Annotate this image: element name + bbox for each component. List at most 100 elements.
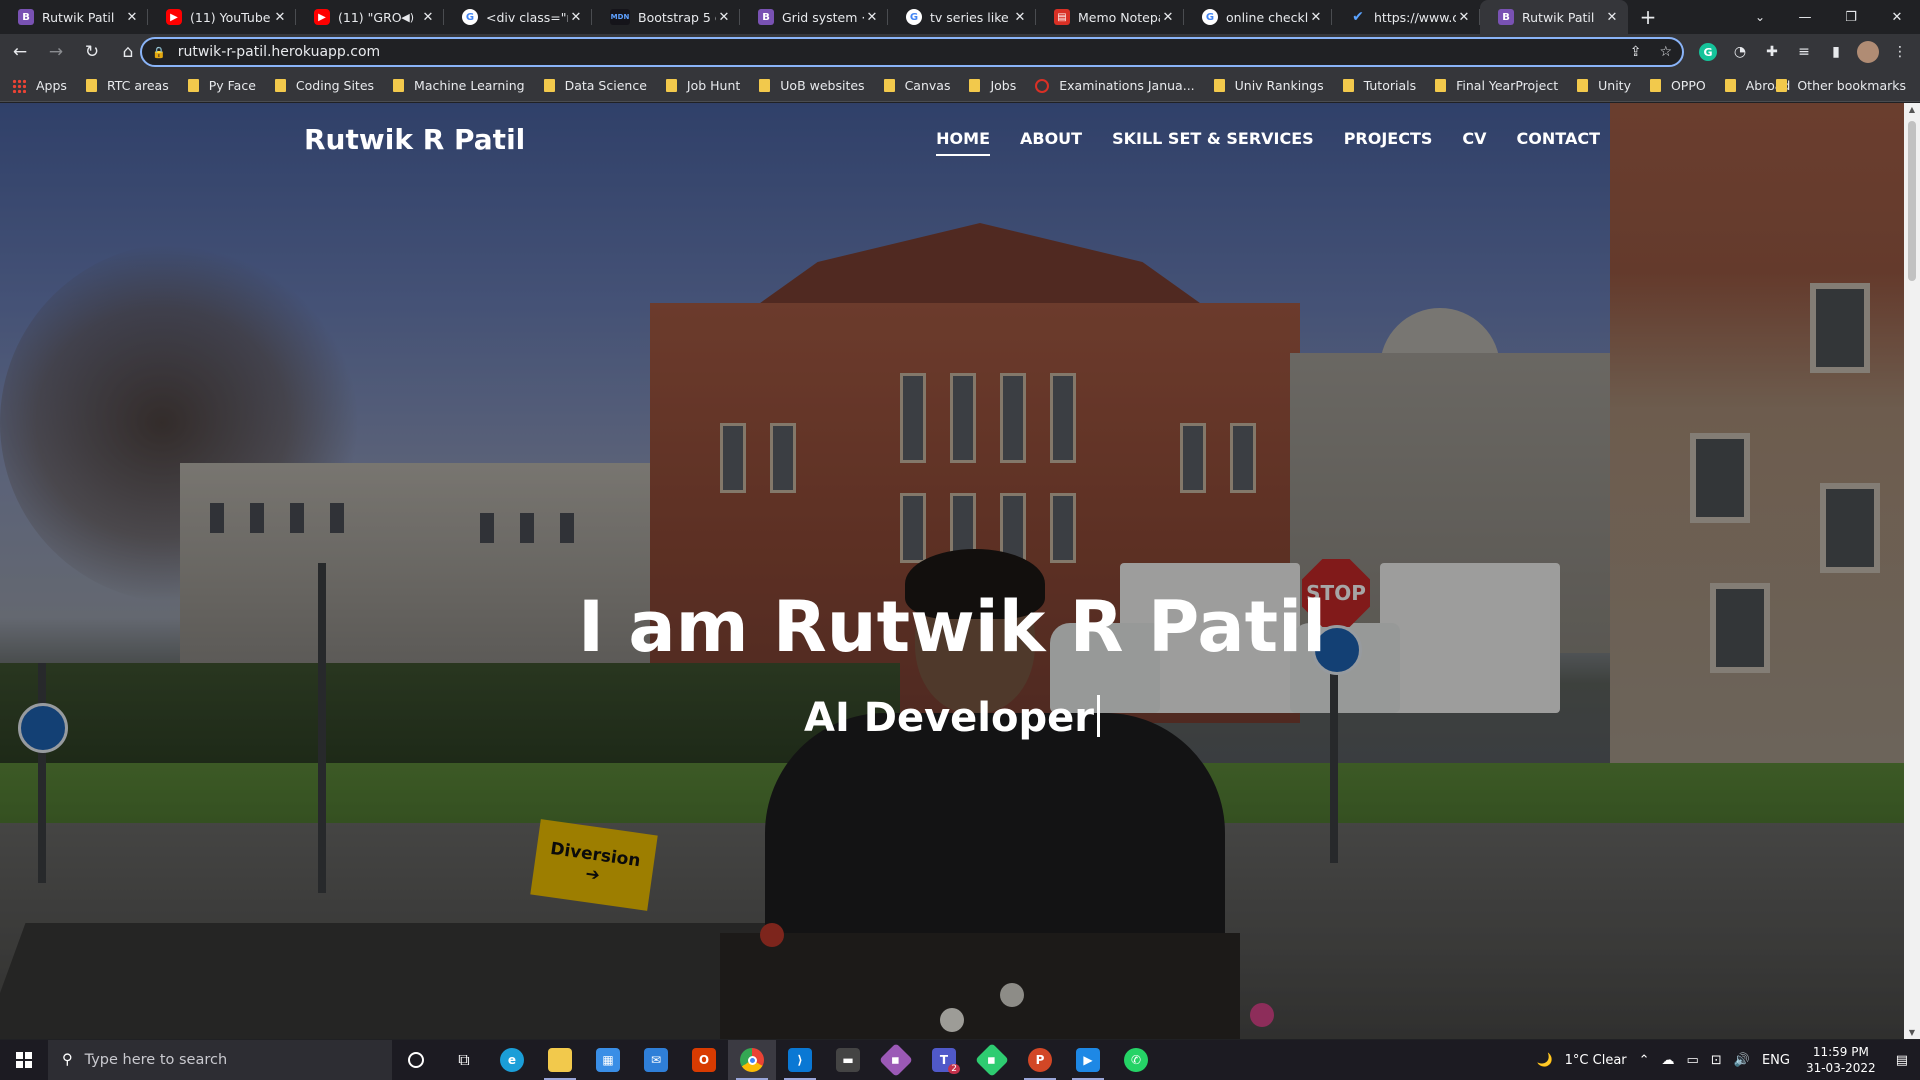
tab-rutwik-patil-1[interactable]: B Rutwik Patil ✕ (0, 0, 148, 34)
media-control-icon[interactable]: ≡ (1788, 36, 1820, 68)
tab-memo-notepad[interactable]: ▤ Memo Notepad ✕ (1036, 0, 1184, 34)
scroll-down-icon[interactable]: ▼ (1908, 1028, 1916, 1037)
restore-icon[interactable]: ❐ (1828, 0, 1874, 34)
page-scrollbar[interactable]: ▲ ▼ (1904, 103, 1920, 1039)
address-bar[interactable]: 🔒 rutwik-r-patil.herokuapp.com ⇪ ☆ (140, 37, 1684, 67)
close-icon[interactable]: ✕ (1308, 10, 1324, 25)
close-icon[interactable]: ✕ (420, 10, 436, 25)
powerpoint-icon[interactable]: P (1016, 1040, 1064, 1080)
vscode-icon[interactable]: ⟩ (776, 1040, 824, 1080)
reload-icon[interactable]: ↻ (76, 36, 108, 68)
back-arrow-icon[interactable]: ← (4, 36, 36, 68)
bookmark-folder[interactable]: Univ Rankings (1213, 78, 1324, 93)
bookmark-star-icon[interactable]: ☆ (1659, 44, 1672, 60)
bookmark-folder[interactable]: Canvas (883, 78, 950, 93)
office-icon[interactable]: O (680, 1040, 728, 1080)
new-tab-button[interactable]: + (1628, 0, 1668, 34)
bookmark-folder[interactable]: Job Hunt (665, 78, 740, 93)
tab-rutwik-patil-active[interactable]: B Rutwik Patil ✕ (1480, 0, 1628, 34)
minimize-icon[interactable]: — (1782, 0, 1828, 34)
share-icon[interactable]: ⇪ (1630, 44, 1642, 60)
tab-checklist-site[interactable]: ✔ https://www.che ✕ (1332, 0, 1480, 34)
tab-bootstrap-grid[interactable]: MDN Bootstrap 5 grid ✕ (592, 0, 740, 34)
close-icon[interactable]: ✕ (1456, 10, 1472, 25)
task-view-icon[interactable]: ⧉ (440, 1040, 488, 1080)
tab-youtube[interactable]: ▶ (11) YouTube ✕ (148, 0, 296, 34)
close-icon[interactable]: ✕ (1012, 10, 1028, 25)
nav-about[interactable]: ABOUT (1020, 129, 1082, 156)
bookmark-folder[interactable]: RTC areas (85, 78, 169, 93)
battery-icon[interactable]: ▭ (1687, 1053, 1699, 1068)
scroll-up-icon[interactable]: ▲ (1908, 105, 1916, 114)
clock[interactable]: 11:59 PM 31-03-2022 (1806, 1044, 1876, 1076)
other-bookmarks[interactable]: Other bookmarks (1776, 78, 1906, 93)
teams-icon[interactable]: T2 (920, 1040, 968, 1080)
close-icon[interactable]: ✕ (864, 10, 880, 25)
start-button[interactable] (0, 1040, 48, 1080)
puzzle-icon[interactable]: ✚ (1756, 36, 1788, 68)
bookmark-folder[interactable]: Data Science (543, 78, 647, 93)
side-panel-icon[interactable]: ▮ (1820, 36, 1852, 68)
close-icon[interactable]: ✕ (1604, 10, 1620, 25)
taskbar-search-placeholder: Type here to search (84, 1052, 228, 1068)
bookmark-apps[interactable]: Apps (12, 78, 67, 93)
bookmark-folder[interactable]: Jobs (969, 78, 1016, 93)
file-explorer-icon[interactable] (536, 1040, 584, 1080)
git-icon[interactable]: ◆ (872, 1040, 920, 1080)
bookmark-folder[interactable]: Unity (1577, 78, 1631, 93)
onedrive-icon[interactable]: ☁ (1662, 1053, 1675, 1068)
close-icon[interactable]: ✕ (716, 10, 732, 25)
nav-projects[interactable]: PROJECTS (1344, 129, 1433, 156)
bookmark-folder[interactable]: UoB websites (759, 78, 865, 93)
edge-icon[interactable]: e (488, 1040, 536, 1080)
url-text[interactable]: rutwik-r-patil.herokuapp.com (178, 44, 1612, 60)
close-icon[interactable]: ✕ (1160, 10, 1176, 25)
scrollbar-thumb[interactable] (1908, 121, 1916, 281)
tab-tv-series[interactable]: G tv series like dri ✕ (888, 0, 1036, 34)
microsoft-store-icon[interactable]: ▦ (584, 1040, 632, 1080)
tab-grid-system[interactable]: B Grid system · Bo ✕ (740, 0, 888, 34)
speaker-icon[interactable]: ◀) (401, 11, 414, 24)
cortana-icon[interactable] (392, 1040, 440, 1080)
profile-avatar[interactable] (1857, 41, 1879, 63)
nav-cv[interactable]: CV (1462, 129, 1486, 156)
moon-weather-icon[interactable]: 🌙 (1536, 1053, 1552, 1068)
bookmark-folder[interactable]: Machine Learning (393, 78, 525, 93)
bookmark-folder[interactable]: Final YearProject (1435, 78, 1558, 93)
extension-face-icon[interactable]: ◔ (1724, 36, 1756, 68)
bookmark-folder[interactable]: Coding Sites (274, 78, 374, 93)
close-icon[interactable]: ✕ (568, 10, 584, 25)
lock-icon[interactable]: 🔒 (152, 46, 166, 59)
site-brand[interactable]: Rutwik R Patil (304, 123, 525, 156)
network-icon[interactable]: ⊡ (1711, 1053, 1722, 1068)
close-icon[interactable]: ✕ (124, 10, 140, 25)
language-indicator[interactable]: ENG (1762, 1053, 1790, 1068)
whatsapp-icon[interactable]: ✆ (1112, 1040, 1160, 1080)
volume-icon[interactable]: 🔊 (1734, 1053, 1750, 1068)
tab-online-checklist[interactable]: G online checklist ✕ (1184, 0, 1332, 34)
close-icon[interactable]: ✕ (272, 10, 288, 25)
tab-search-chevron-icon[interactable]: ⌄ (1740, 0, 1780, 34)
nav-contact[interactable]: CONTACT (1517, 129, 1600, 156)
terminal-icon[interactable]: ▬ (824, 1040, 872, 1080)
close-window-icon[interactable]: ✕ (1874, 0, 1920, 34)
tab-div-class-row[interactable]: G <div class="row ✕ (444, 0, 592, 34)
tab-youtube-grow[interactable]: ▶ (11) "GROW ◀) ✕ (296, 0, 444, 34)
bookmark-examinations[interactable]: Examinations Janua... (1035, 78, 1195, 93)
notification-icon[interactable]: ▤ (1896, 1053, 1908, 1068)
sourcetree-icon[interactable]: ◆ (968, 1040, 1016, 1080)
remote-desktop-icon[interactable]: ▶ (1064, 1040, 1112, 1080)
mail-icon[interactable]: ✉ (632, 1040, 680, 1080)
forward-arrow-icon[interactable]: → (40, 36, 72, 68)
bookmark-folder[interactable]: OPPO (1649, 78, 1706, 93)
chevron-up-icon[interactable]: ⌃ (1639, 1053, 1650, 1068)
taskbar-search[interactable]: ⚲ Type here to search (48, 1040, 392, 1080)
weather-text[interactable]: 1°C Clear (1565, 1053, 1627, 1068)
nav-home[interactable]: HOME (936, 129, 990, 156)
bookmark-folder[interactable]: Tutorials (1342, 78, 1416, 93)
grammarly-icon[interactable]: G (1699, 43, 1717, 61)
bookmark-folder[interactable]: Py Face (187, 78, 256, 93)
menu-kebab-icon[interactable]: ⋮ (1884, 36, 1916, 68)
nav-skills-services[interactable]: SKILL SET & SERVICES (1112, 129, 1314, 156)
chrome-icon[interactable] (728, 1040, 776, 1080)
